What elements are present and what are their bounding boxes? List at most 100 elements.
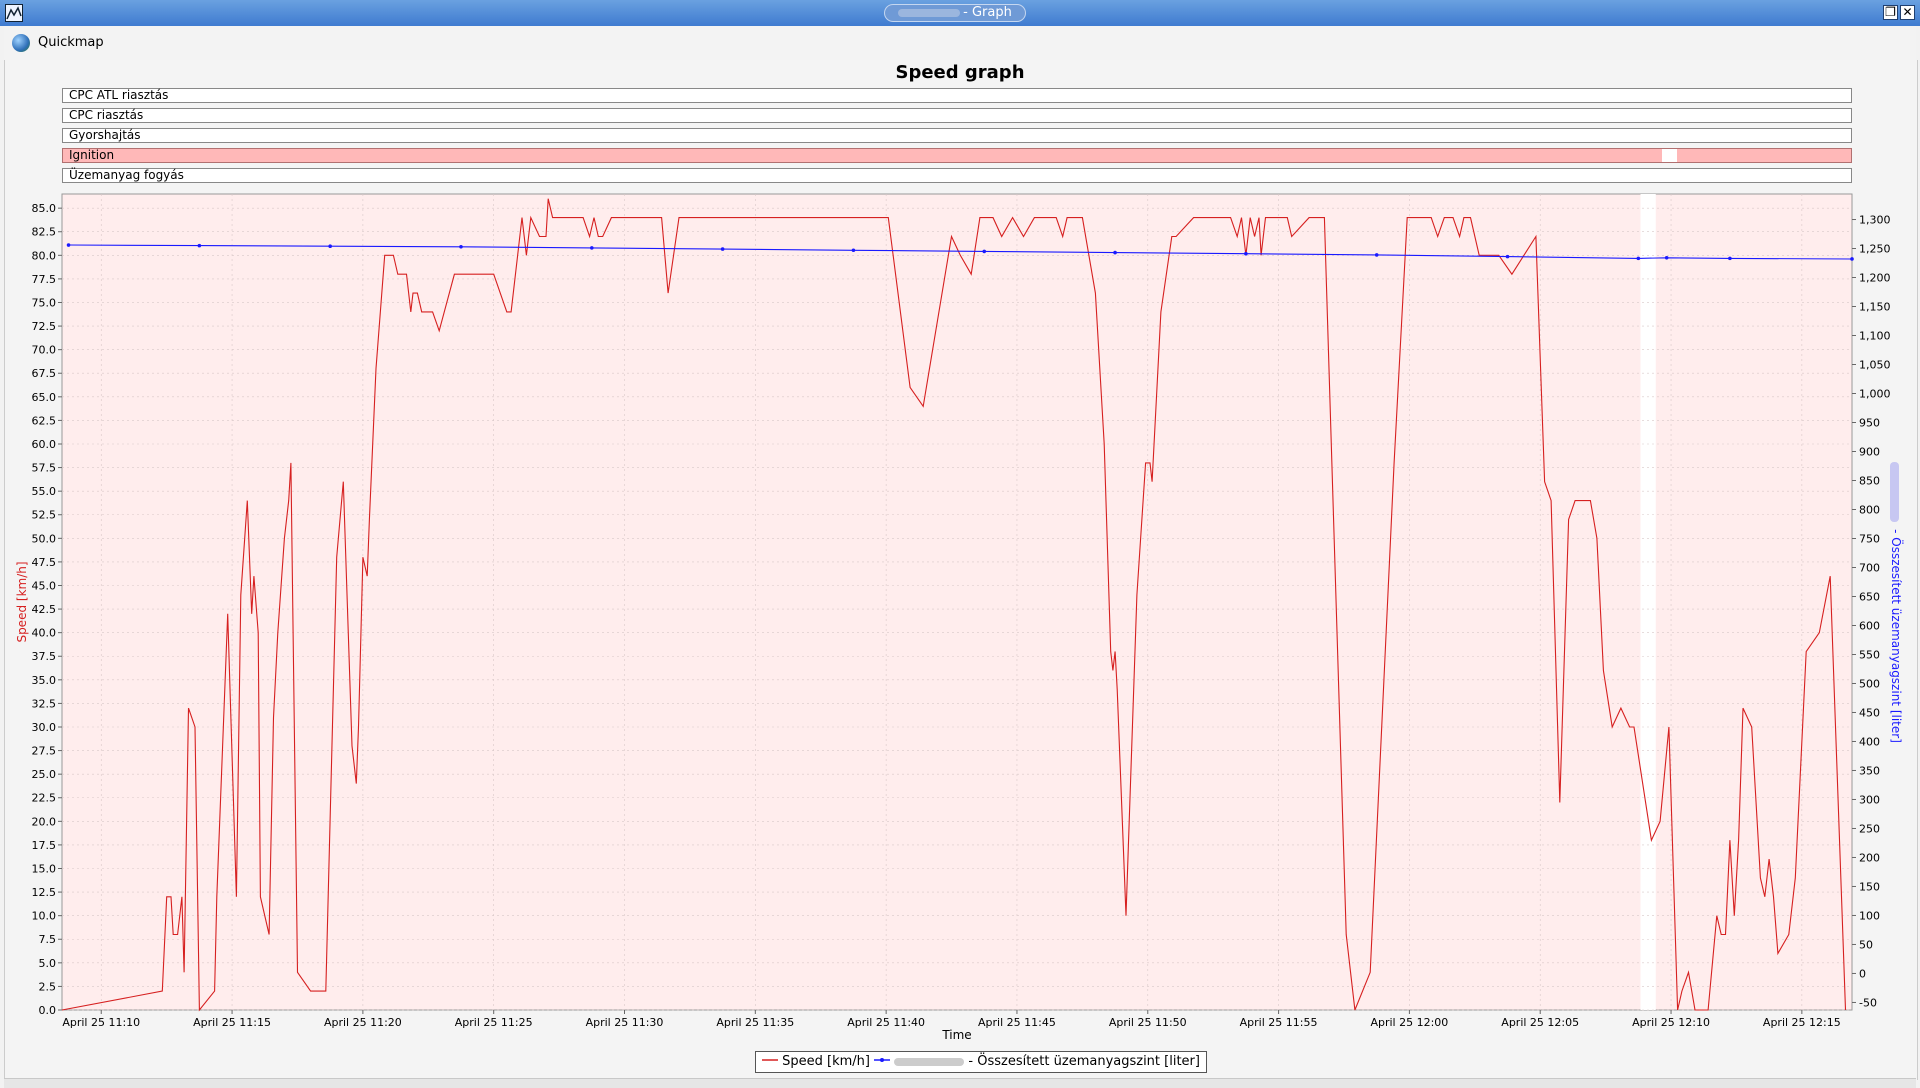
y-left-tick-label: 85.0	[32, 202, 57, 215]
y-left-tick-label: 7.5	[39, 933, 57, 946]
y-right-tick-label: 1,100	[1859, 330, 1891, 343]
y-left-tick-label: 57.5	[32, 462, 57, 475]
legend-fuel-swatch	[874, 1058, 891, 1062]
y-left-tick-label: 35.0	[32, 674, 57, 687]
y-left-tick-label: 15.0	[32, 862, 57, 875]
x-tick-label: April 25 12:00	[1370, 1016, 1448, 1029]
x-tick-label: April 25 11:25	[455, 1016, 533, 1029]
y-right-tick-label: 650	[1859, 590, 1880, 603]
x-tick-label: April 25 12:05	[1501, 1016, 1579, 1029]
y-left-tick-label: 25.0	[32, 768, 57, 781]
y-left-tick-label: 77.5	[32, 273, 57, 286]
fuel-data-point	[66, 243, 71, 247]
ignition-off-region	[1640, 194, 1656, 1010]
y-right-tick-label: 500	[1859, 677, 1880, 690]
y-left-tick-label: 42.5	[32, 603, 57, 616]
fuel-data-point	[590, 246, 594, 250]
y-right-tick-label: 0	[1859, 967, 1866, 980]
fuel-data-point	[1113, 250, 1117, 255]
fuel-data-point	[1664, 255, 1669, 260]
y-right-tick-label: 1,200	[1859, 272, 1891, 285]
x-tick-label: April 25 11:40	[847, 1016, 925, 1029]
y-left-tick-label: 70.0	[32, 344, 57, 357]
fuel-data-point	[1636, 256, 1641, 261]
x-tick-label: April 25 11:55	[1240, 1016, 1318, 1029]
y-right-tick-label: 550	[1859, 648, 1880, 661]
legend-speed-swatch	[762, 1059, 778, 1061]
y-left-tick-label: 80.0	[32, 249, 57, 262]
x-tick-label: April 25 11:10	[62, 1016, 140, 1029]
legend-speed-label: Speed [km/h]	[782, 1054, 870, 1069]
y-right-tick-label: 1,250	[1859, 243, 1891, 256]
plot-area	[61, 193, 1853, 1011]
y-right-tick-label: 50	[1859, 938, 1873, 951]
fuel-data-point	[1728, 256, 1732, 261]
y-left-tick-label: 62.5	[32, 414, 57, 427]
y-left-tick-label: 22.5	[32, 792, 57, 805]
redacted-vehicle-name	[894, 1057, 965, 1066]
y-left-tick-label: 50.0	[32, 532, 57, 545]
fuel-data-point	[1244, 251, 1248, 256]
x-tick-label: April 25 11:35	[716, 1016, 794, 1029]
y-right-tick-label: 600	[1859, 619, 1880, 632]
y-left-tick-label: 10.0	[32, 910, 57, 923]
y-left-tick-label: 5.0	[39, 957, 57, 970]
y-right-tick-label: 200	[1859, 851, 1880, 864]
y-right-tick-label: 150	[1859, 880, 1880, 893]
y-right-tick-label: 950	[1859, 417, 1880, 430]
y-right-tick-label: 850	[1859, 474, 1880, 487]
y-right-axis-label: - Összesített üzemanyagszint [liter]	[1889, 529, 1905, 743]
y-right-tick-label: 700	[1859, 561, 1880, 574]
y-right-tick-label: 100	[1859, 909, 1880, 922]
y-left-tick-label: 32.5	[32, 697, 57, 710]
y-left-tick-label: 72.5	[32, 320, 57, 333]
y-left-tick-label: 75.0	[32, 296, 57, 309]
y-right-tick-label: 750	[1859, 532, 1880, 545]
x-tick-label: April 25 12:15	[1763, 1016, 1841, 1029]
y-left-tick-label: 52.5	[32, 509, 57, 522]
y-right-tick-label: 300	[1859, 793, 1880, 806]
y-right-tick-label: 1,300	[1859, 214, 1891, 227]
x-tick-label: April 25 11:30	[586, 1016, 664, 1029]
y-right-tick-label: 250	[1859, 822, 1880, 835]
y-left-tick-label: 12.5	[32, 886, 57, 899]
fuel-data-point	[1505, 254, 1510, 259]
y-left-axis-label: Speed [km/h]	[15, 561, 29, 642]
y-left-tick-label: 37.5	[32, 650, 57, 663]
fuel-data-point	[851, 248, 856, 253]
x-tick-label: April 25 11:15	[193, 1016, 271, 1029]
y-left-tick-label: 17.5	[32, 839, 57, 852]
fuel-data-point	[459, 244, 463, 249]
y-right-tick-label: 1,150	[1859, 301, 1891, 314]
fuel-data-point	[1850, 257, 1854, 261]
y-right-tick-label: -50	[1859, 996, 1877, 1009]
y-left-tick-label: 47.5	[32, 556, 57, 569]
legend-fuel-label: - Összesített üzemanyagszint [liter]	[968, 1054, 1200, 1069]
y-right-tick-label: 900	[1859, 446, 1880, 459]
y-left-tick-label: 30.0	[32, 721, 57, 734]
y-left-tick-label: 55.0	[32, 485, 57, 498]
y-right-tick-label: 450	[1859, 706, 1880, 719]
x-tick-label: April 25 12:10	[1632, 1016, 1710, 1029]
y-left-tick-label: 60.0	[32, 438, 57, 451]
fuel-data-point	[197, 243, 202, 248]
y-left-tick-label: 65.0	[32, 391, 57, 404]
y-right-tick-label: 1,000	[1859, 388, 1891, 401]
y-left-tick-label: 67.5	[32, 367, 57, 380]
y-right-tick-label: 1,050	[1859, 359, 1891, 372]
x-tick-label: April 25 11:50	[1109, 1016, 1187, 1029]
y-left-tick-label: 40.0	[32, 627, 57, 640]
fuel-data-point	[328, 244, 332, 248]
y-right-tick-label: 400	[1859, 735, 1880, 748]
y-right-tick-label: 350	[1859, 764, 1880, 777]
y-left-tick-label: 20.0	[32, 815, 57, 828]
y-left-tick-label: 45.0	[32, 579, 57, 592]
speed-chart: 0.0 2.5 5.0 7.5 10.0 12.5 15.0 17.5 20.0 22.5 25.0…	[15, 193, 1905, 1042]
y-left-tick-label: 2.5	[39, 980, 57, 993]
y-left-tick-label: 0.0	[39, 1004, 57, 1017]
y-left-tick-label: 27.5	[32, 745, 57, 758]
fuel-data-point	[1374, 253, 1379, 257]
x-axis-label: Time	[941, 1028, 971, 1042]
y-right-tick-label: 800	[1859, 503, 1880, 516]
chart-legend: Speed [km/h] - Összesített üzemanyagszin…	[755, 1051, 1207, 1073]
